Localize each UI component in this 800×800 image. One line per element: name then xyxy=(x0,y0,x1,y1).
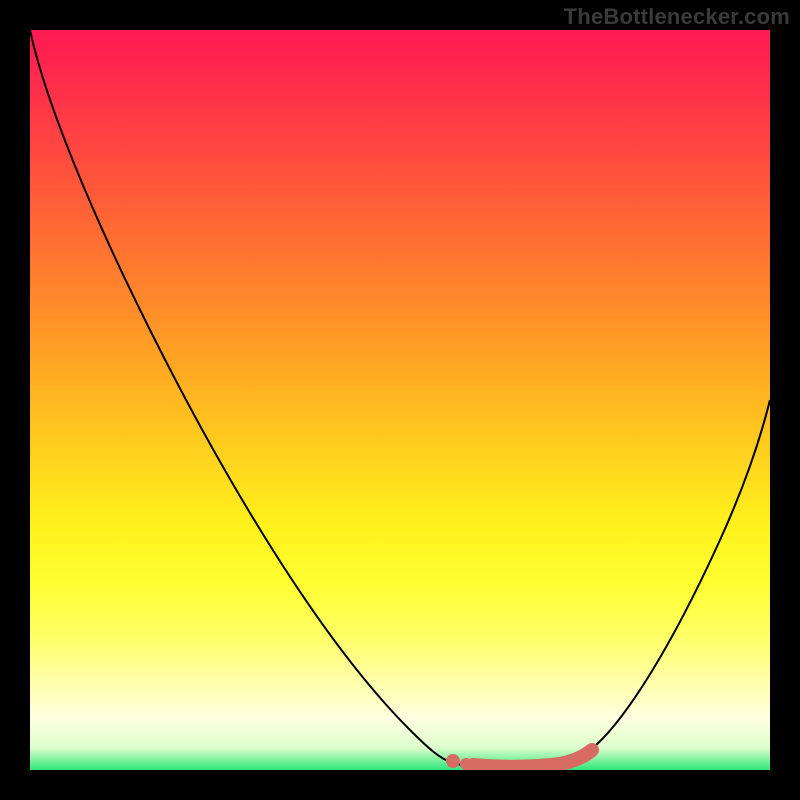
curve-path xyxy=(30,30,770,767)
highlight-dot-mid xyxy=(460,758,472,770)
plot-area xyxy=(30,30,770,770)
bottleneck-curve xyxy=(30,30,770,770)
highlight-dot-left xyxy=(446,754,460,768)
chart-frame: TheBottlenecker.com xyxy=(0,0,800,800)
highlight-segment xyxy=(473,750,592,767)
watermark-text: TheBottlenecker.com xyxy=(564,4,790,30)
